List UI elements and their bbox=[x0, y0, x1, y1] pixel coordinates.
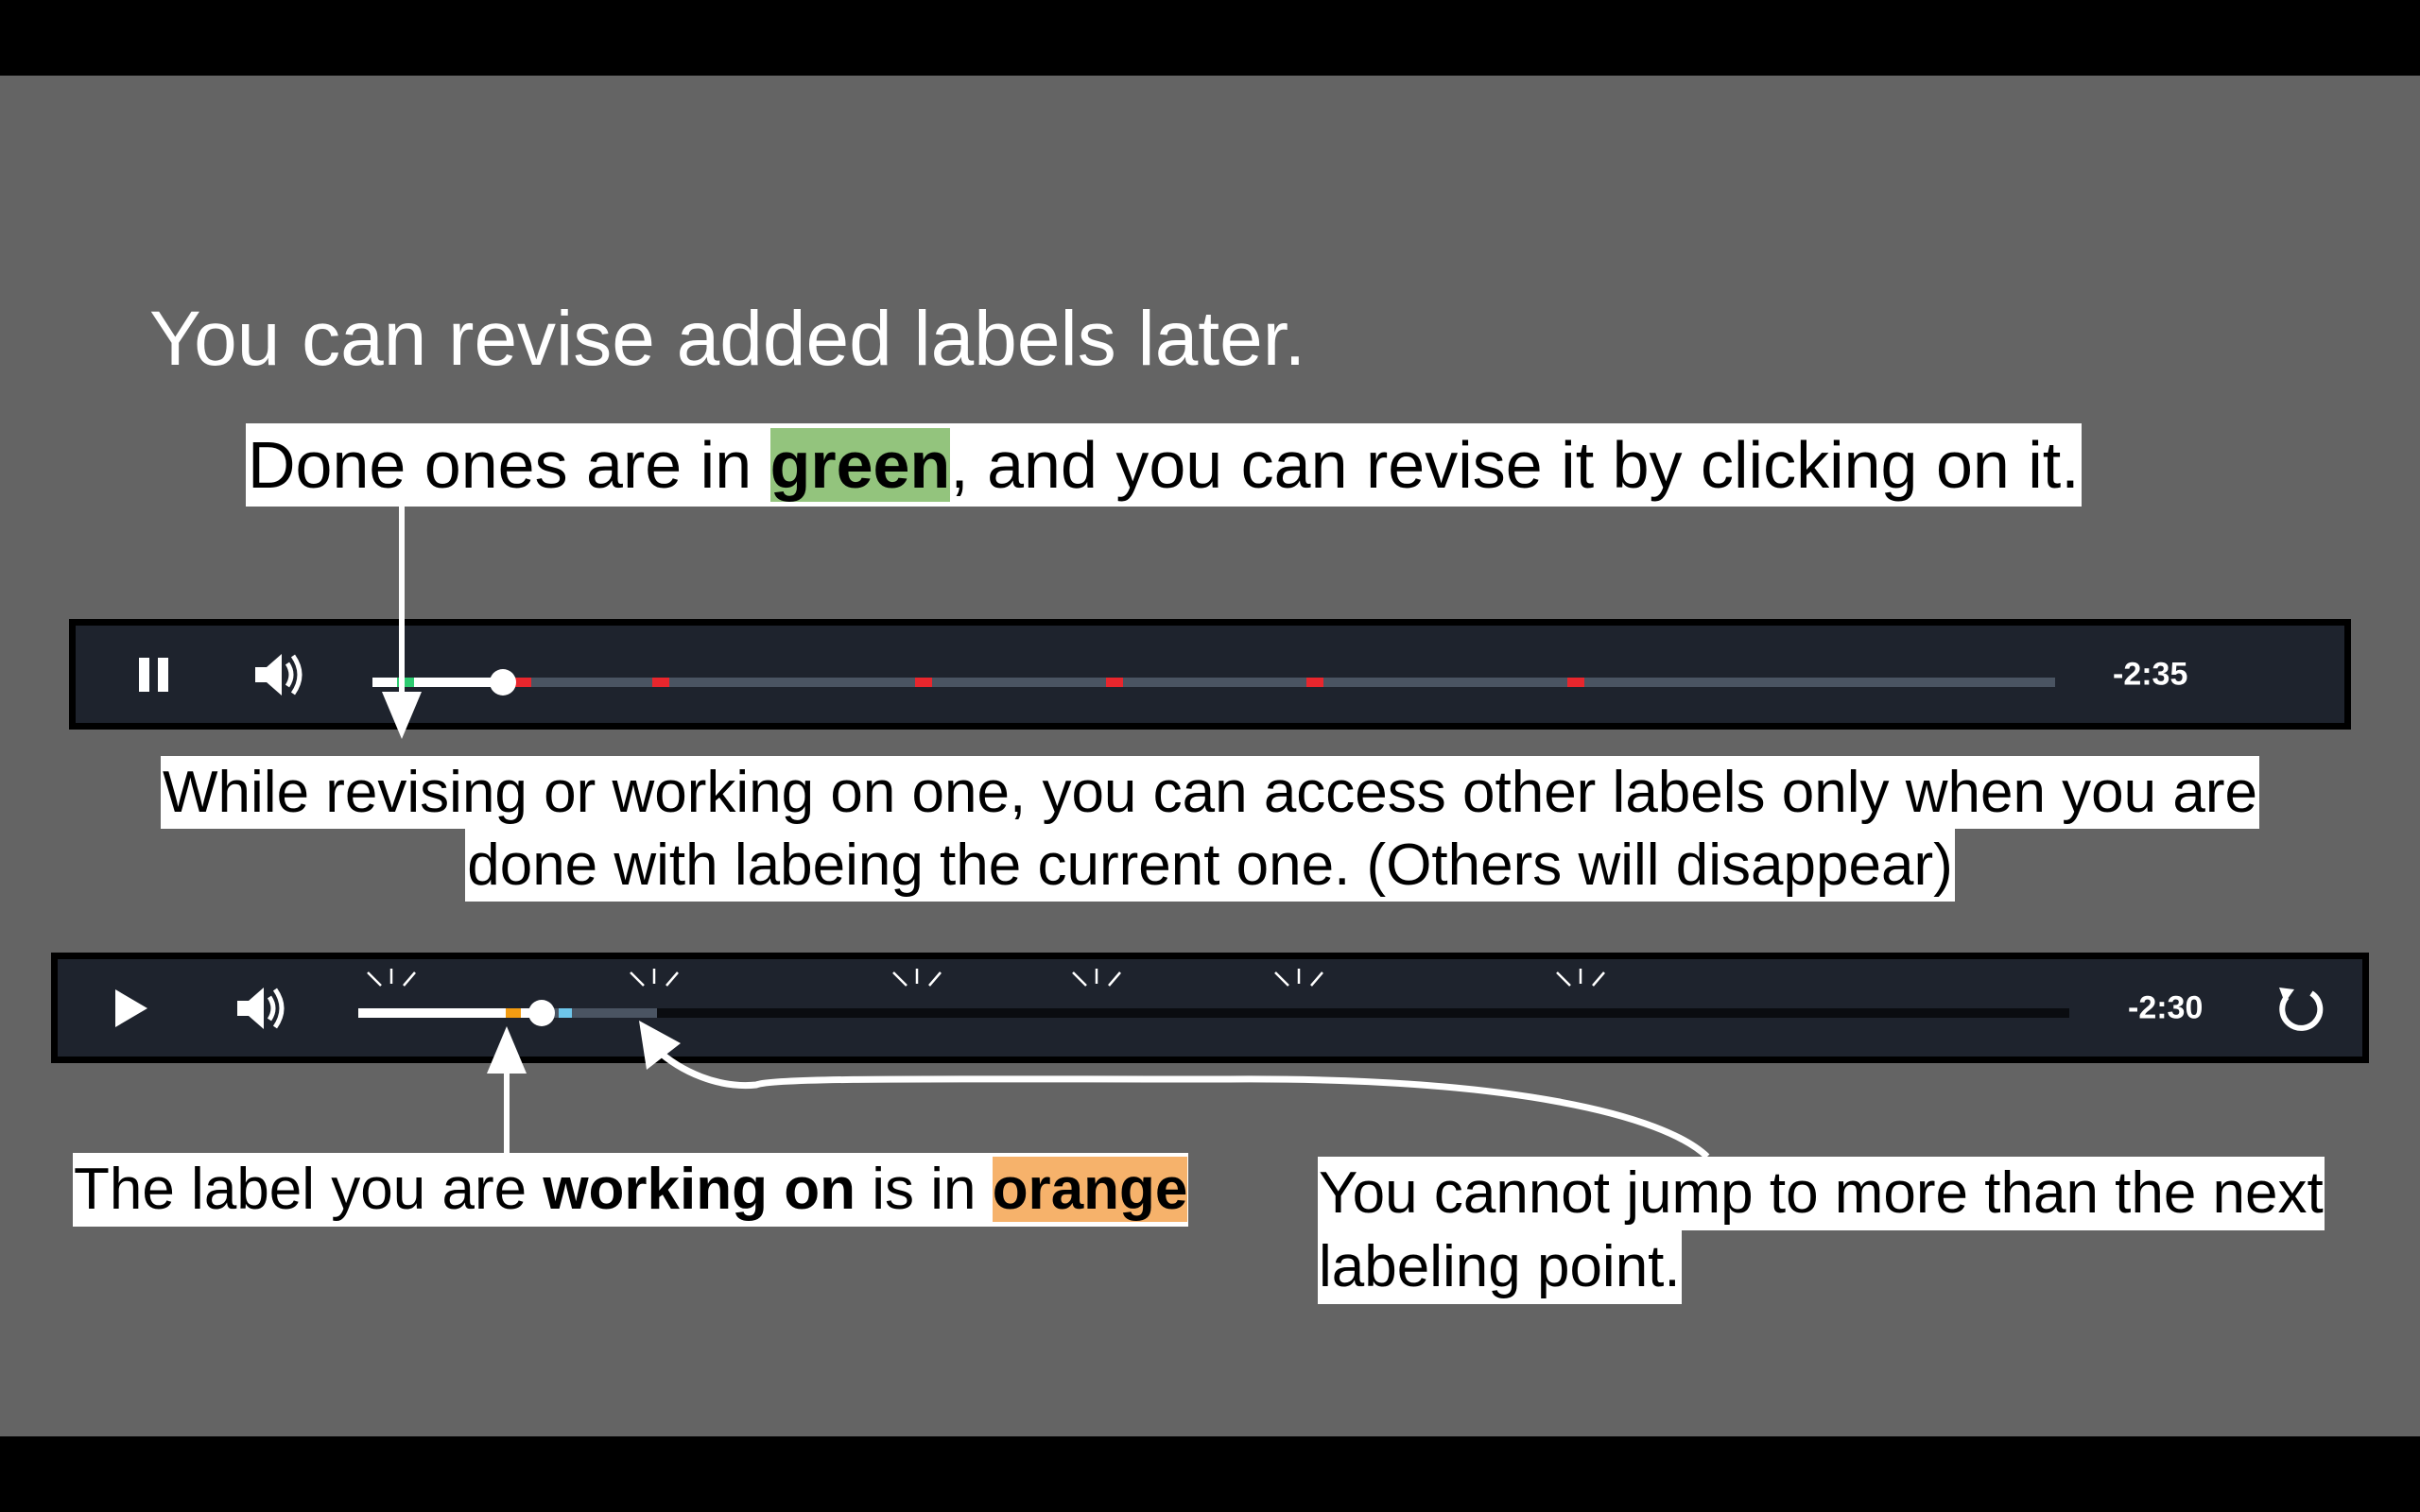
play-button[interactable] bbox=[107, 980, 154, 1037]
playhead-knob[interactable] bbox=[490, 669, 516, 696]
label-burst-icon bbox=[1556, 969, 1605, 987]
label-burst-icon bbox=[1274, 969, 1323, 987]
time-remaining: -2:35 bbox=[2113, 656, 2188, 692]
label-marker[interactable] bbox=[652, 678, 669, 687]
revising-callout-line2: done with labeing the current one. (Othe… bbox=[0, 829, 2420, 902]
working-callout-before: The label you are bbox=[74, 1157, 544, 1222]
player-revising: -2:35 bbox=[69, 619, 2351, 730]
slide: You can revise added labels later. Done … bbox=[0, 76, 2420, 1436]
working-callout-middle: is in bbox=[855, 1157, 993, 1222]
play-icon bbox=[115, 988, 147, 1027]
working-on-bold: working on bbox=[543, 1157, 856, 1222]
jump-text-2: labeling point. bbox=[1318, 1230, 1682, 1304]
timeline-track[interactable] bbox=[358, 1000, 2069, 1026]
playhead-knob[interactable] bbox=[528, 1000, 555, 1026]
volume-button[interactable] bbox=[250, 646, 310, 703]
label-marker[interactable] bbox=[1567, 678, 1584, 687]
label-burst-icon bbox=[1072, 969, 1121, 987]
label-marker-next bbox=[559, 1008, 572, 1018]
label-marker[interactable] bbox=[1106, 678, 1123, 687]
label-burst-icon bbox=[367, 969, 416, 987]
green-highlight: green bbox=[769, 428, 951, 502]
pause-button[interactable] bbox=[130, 646, 178, 703]
label-marker[interactable] bbox=[915, 678, 932, 687]
label-marker[interactable] bbox=[1306, 678, 1323, 687]
revising-text-2: done with labeing the current one. (Othe… bbox=[465, 829, 1955, 902]
jump-text-1: You cannot jump to more than the next bbox=[1318, 1157, 2325, 1230]
revising-text-1: While revising or working on one, you ca… bbox=[161, 756, 2259, 829]
label-burst-icon bbox=[630, 969, 679, 987]
player-working: -2:30 bbox=[51, 953, 2369, 1063]
done-callout-after: , and you can revise it by clicking on i… bbox=[950, 428, 2080, 502]
timeline-played bbox=[372, 678, 503, 687]
working-on-callout: The label you are working on is in orang… bbox=[73, 1153, 1189, 1227]
volume-button[interactable] bbox=[232, 980, 292, 1037]
label-marker[interactable] bbox=[514, 678, 531, 687]
timeline-track[interactable] bbox=[372, 669, 2055, 696]
done-labels-callout: Done ones are in green, and you can revi… bbox=[246, 423, 2082, 507]
label-marker-working[interactable] bbox=[506, 1008, 521, 1018]
pause-icon bbox=[139, 657, 168, 692]
replay-icon bbox=[2279, 987, 2324, 1031]
replay-button[interactable] bbox=[2270, 978, 2330, 1039]
jump-limit-callout: You cannot jump to more than the next lab… bbox=[1318, 1157, 2325, 1304]
label-burst-icon bbox=[892, 969, 942, 987]
label-marker-done[interactable] bbox=[397, 678, 414, 687]
revising-callout-line1: While revising or working on one, you ca… bbox=[0, 756, 2420, 829]
orange-highlight: orange bbox=[992, 1157, 1188, 1222]
volume-icon bbox=[255, 653, 302, 696]
volume-icon bbox=[237, 987, 285, 1029]
done-callout-before: Done ones are in bbox=[248, 428, 770, 502]
time-remaining: -2:30 bbox=[2128, 989, 2204, 1025]
slide-title: You can revise added labels later. bbox=[149, 296, 1306, 382]
